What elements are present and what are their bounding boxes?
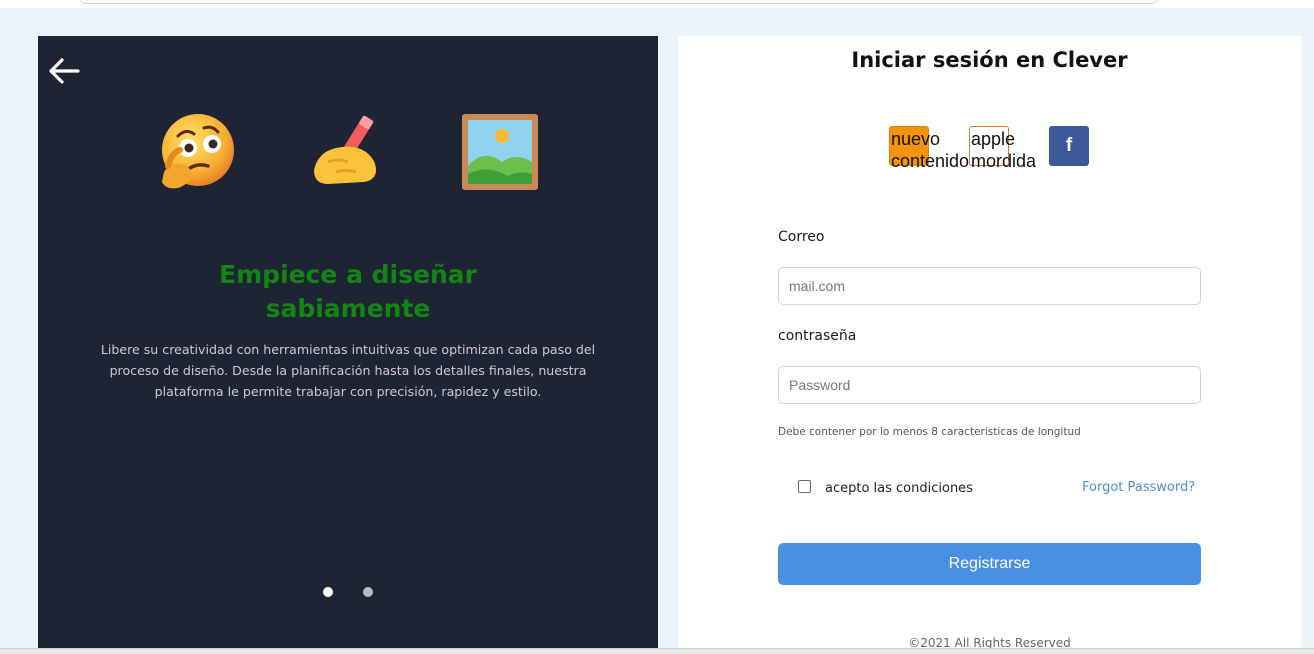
framed-picture-icon	[458, 110, 542, 194]
browser-top-bar	[0, 0, 1314, 8]
login-panel: Iniciar sesión en Clever nuevo contenido…	[678, 36, 1301, 650]
headline-line-2: sabiamente	[265, 294, 431, 323]
terms-label: acepto las condiciones	[825, 481, 973, 496]
back-arrow-icon[interactable]	[46, 56, 82, 86]
facebook-login-button[interactable]: f	[1049, 126, 1089, 166]
carousel-dots	[38, 587, 658, 599]
promo-description: Libere su creatividad con herramientas i…	[100, 342, 596, 399]
apple-login-button[interactable]: apple mordida	[969, 126, 1036, 171]
email-label: Correo	[778, 229, 825, 245]
facebook-icon: f	[1065, 135, 1073, 156]
google-login-button[interactable]: nuevo contenido	[889, 126, 969, 171]
google-broken-image-alt: nuevo contenido	[891, 129, 970, 171]
writing-hand-icon	[306, 110, 390, 194]
social-login-row: nuevo contenido apple mordida f	[889, 126, 1099, 171]
terms-row: acepto las condiciones	[798, 480, 1098, 496]
terms-checkbox[interactable]	[798, 480, 811, 493]
password-field[interactable]	[778, 366, 1201, 404]
apple-broken-image-alt: apple mordida	[971, 129, 1037, 171]
page-title: Iniciar sesión en Clever	[851, 48, 1128, 72]
address-bar	[80, 0, 1158, 4]
password-label: contraseña	[778, 328, 857, 344]
carousel-dot-1[interactable]	[323, 587, 333, 597]
headline-line-1: Empiece a diseñar	[219, 260, 477, 289]
thinking-face-icon	[154, 110, 238, 194]
email-field[interactable]	[778, 267, 1201, 305]
password-hint: Debe contener por lo menos 8 caracterist…	[778, 426, 1081, 438]
promo-panel: Empiece a diseñar sabiamente Libere su c…	[38, 36, 658, 648]
window-bottom-edge	[0, 648, 1314, 654]
promo-headline: Empiece a diseñar sabiamente	[38, 258, 658, 326]
emoji-row	[38, 110, 658, 200]
carousel-dot-2[interactable]	[363, 587, 373, 597]
forgot-password-link[interactable]: Forgot Password?	[1082, 480, 1195, 495]
register-button[interactable]: Registrarse	[778, 543, 1201, 585]
